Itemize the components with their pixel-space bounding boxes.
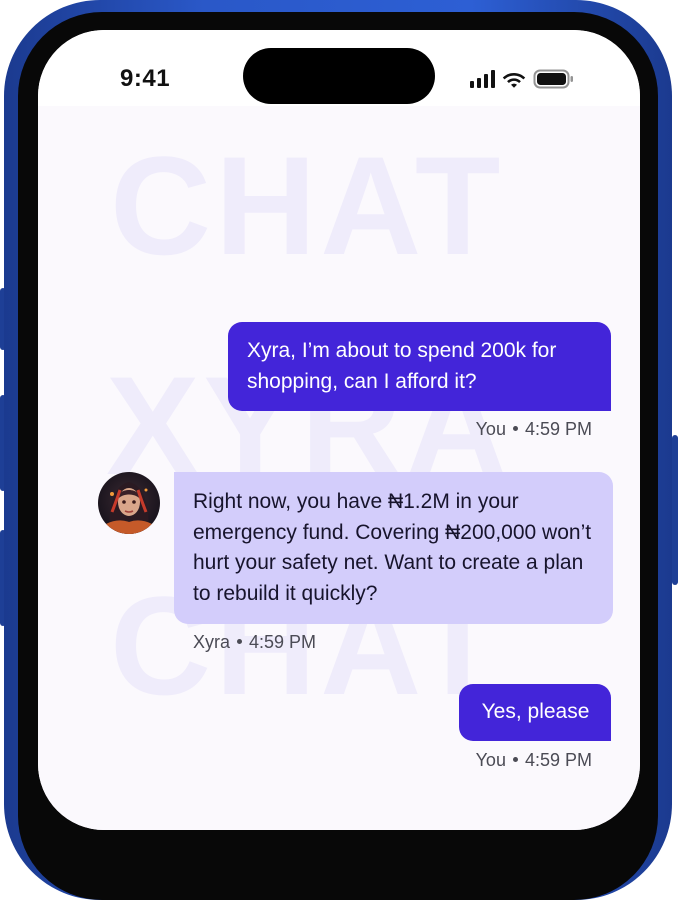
message-time: 4:59 PM [524, 419, 592, 439]
message-text: Yes, please [481, 700, 590, 723]
message-time: 4:59 PM [524, 750, 592, 770]
status-time: 9:41 [120, 65, 171, 92]
battery-icon [533, 68, 575, 90]
status-bar: 9:41 [38, 30, 640, 106]
watermark-text: CHAT [110, 127, 505, 284]
user-message-bubble: Xyra, I’m about to spend 200k for shoppi… [228, 322, 611, 411]
phone-screen: 9:41 CHAT XYRA CHAT Xyra, I’m about to s… [38, 30, 640, 830]
user-message-bubble: Yes, please [459, 684, 611, 741]
wifi-icon [501, 69, 527, 89]
message-meta: Xyra 4:59 PM [193, 632, 316, 653]
message-meta: You 4:59 PM [476, 419, 592, 440]
xyra-avatar[interactable] [98, 472, 160, 534]
message-meta: You 4:59 PM [476, 750, 592, 771]
message-sender: You [475, 419, 506, 439]
dynamic-island [243, 48, 435, 104]
status-icons [470, 68, 575, 90]
separator-dot [237, 639, 243, 645]
message-sender: You [475, 750, 506, 770]
signal-icon [470, 70, 495, 88]
message-sender: Xyra [193, 632, 231, 652]
message-text: Xyra, I’m about to spend 200k for shoppi… [247, 339, 557, 393]
ai-message-bubble: Right now, you have ₦1.2M in your emerge… [174, 472, 613, 624]
message-time: 4:59 PM [249, 632, 317, 652]
power-button [672, 435, 678, 585]
separator-dot [512, 426, 518, 432]
chat-area[interactable]: CHAT XYRA CHAT Xyra, I’m about to spend … [38, 106, 640, 830]
separator-dot [512, 757, 518, 763]
message-text: Right now, you have ₦1.2M in your emerge… [193, 490, 592, 605]
